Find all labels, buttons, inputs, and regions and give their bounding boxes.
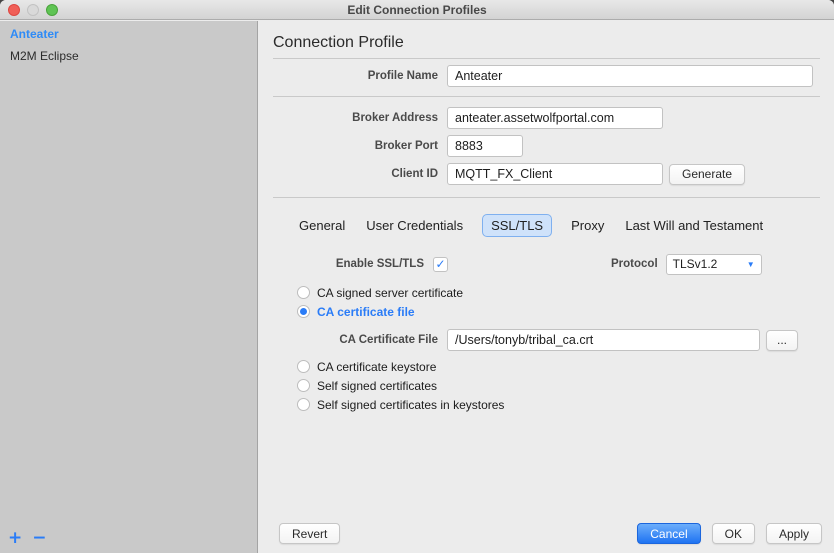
protocol-label: Protocol — [611, 258, 658, 270]
heading-divider — [273, 58, 820, 59]
broker-address-row: Broker Address — [259, 107, 834, 129]
ca-certificate-file-row: CA Certificate File ... — [259, 329, 834, 351]
radio-row-ca-signed: CA signed server certificate — [297, 285, 834, 300]
ca-certificate-file-radio[interactable] — [297, 305, 310, 318]
settings-tabs: General User Credentials SSL/TLS Proxy L… — [297, 214, 834, 237]
window-title: Edit Connection Profiles — [347, 2, 487, 17]
protocol-dropdown[interactable]: TLSv1.2 ▼ — [665, 253, 762, 275]
tab-general[interactable]: General — [297, 215, 347, 236]
radio-row-ca-file: CA certificate file — [297, 304, 834, 319]
main-panel: Connection Profile Profile Name Broker A… — [259, 21, 834, 553]
client-id-row: Client ID Generate — [259, 163, 834, 185]
revert-button[interactable]: Revert — [279, 523, 341, 544]
self-signed-keystores-radio[interactable] — [297, 398, 310, 411]
minimize-window-button — [27, 4, 39, 16]
ok-button[interactable]: OK — [711, 523, 755, 544]
title-bar: Edit Connection Profiles — [0, 0, 834, 20]
client-id-label: Client ID — [391, 168, 438, 180]
radio-row-self-signed: Self signed certificates — [297, 378, 834, 393]
enable-ssl-row: Enable SSL/TLS ✓ Protocol TLSv1.2 ▼ — [259, 253, 834, 275]
close-window-button[interactable] — [8, 4, 20, 16]
cancel-button[interactable]: Cancel — [637, 523, 701, 544]
broker-port-label: Broker Port — [374, 140, 438, 152]
tab-ssl-tls[interactable]: SSL/TLS — [482, 214, 553, 237]
ca-certificate-keystore-label: CA certificate keystore — [317, 359, 437, 374]
browse-ca-file-button[interactable]: ... — [766, 329, 799, 351]
remove-profile-button[interactable]: − — [32, 530, 46, 547]
tab-proxy[interactable]: Proxy — [569, 215, 606, 236]
sidebar-item-m2m-eclipse[interactable]: M2M Eclipse — [0, 43, 257, 65]
enable-ssl-label: Enable SSL/TLS — [335, 258, 424, 270]
chevron-down-icon: ▼ — [746, 259, 755, 269]
sidebar-controls: + − — [8, 530, 47, 547]
section-divider-2 — [273, 197, 820, 198]
profile-name-row: Profile Name — [259, 65, 834, 87]
protocol-value: TLSv1.2 — [672, 257, 718, 271]
edit-connection-profiles-window: Edit Connection Profiles Anteater M2M Ec… — [0, 0, 834, 553]
checkmark-icon: ✓ — [435, 257, 446, 271]
apply-button[interactable]: Apply — [765, 523, 822, 544]
broker-port-input[interactable] — [447, 135, 523, 157]
page-title: Connection Profile — [273, 34, 404, 51]
broker-address-input[interactable] — [447, 107, 663, 129]
profile-name-input[interactable] — [447, 65, 813, 87]
ca-certificate-file-label: CA certificate file — [317, 304, 415, 319]
profile-name-label: Profile Name — [367, 70, 438, 82]
generate-client-id-button[interactable]: Generate — [669, 163, 746, 185]
zoom-window-button[interactable] — [46, 4, 58, 16]
self-signed-certificates-radio[interactable] — [297, 379, 310, 392]
self-signed-certificates-label: Self signed certificates — [317, 378, 438, 393]
dialog-footer: Revert Cancel OK Apply — [259, 523, 834, 544]
ca-signed-server-cert-radio[interactable] — [297, 286, 310, 299]
tab-last-will[interactable]: Last Will and Testament — [623, 215, 765, 236]
ca-certificate-file-input[interactable] — [447, 329, 760, 351]
client-id-input[interactable] — [447, 163, 663, 185]
radio-row-self-signed-keystore: Self signed certificates in keystores — [297, 397, 834, 412]
radio-row-ca-keystore: CA certificate keystore — [297, 359, 834, 374]
profiles-sidebar: Anteater M2M Eclipse + − — [0, 21, 258, 553]
ca-certificate-keystore-radio[interactable] — [297, 360, 310, 373]
broker-port-row: Broker Port — [259, 135, 834, 157]
sidebar-item-anteater[interactable]: Anteater — [0, 21, 257, 43]
add-profile-button[interactable]: + — [8, 530, 22, 547]
protocol-group: Protocol TLSv1.2 ▼ — [611, 253, 762, 275]
broker-address-label: Broker Address — [352, 112, 438, 124]
ca-certificate-file-field-label: CA Certificate File — [339, 334, 438, 346]
self-signed-keystores-label: Self signed certificates in keystores — [317, 397, 505, 412]
traffic-lights — [8, 4, 58, 16]
enable-ssl-checkbox[interactable]: ✓ — [433, 256, 448, 272]
ca-signed-server-cert-label: CA signed server certificate — [317, 285, 464, 300]
tab-user-credentials[interactable]: User Credentials — [364, 215, 465, 236]
section-divider-1 — [273, 96, 820, 97]
